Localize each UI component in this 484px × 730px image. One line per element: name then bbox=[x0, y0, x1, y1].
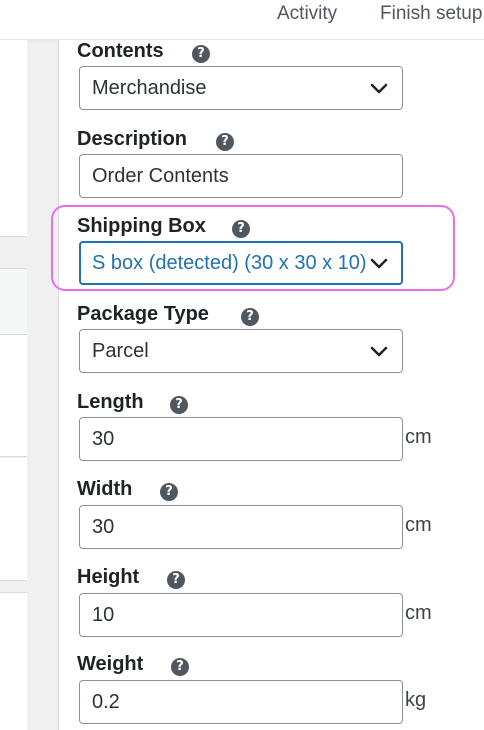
height-input-value: 10 bbox=[92, 604, 115, 626]
length-unit: cm bbox=[405, 426, 432, 448]
help-icon[interactable]: ? bbox=[241, 308, 259, 326]
package-type-select-value: Parcel bbox=[92, 340, 149, 362]
activity-link[interactable]: Activity bbox=[277, 3, 337, 25]
package-type-select[interactable]: Parcel bbox=[79, 329, 403, 373]
contents-select-value: Merchandise bbox=[92, 77, 207, 99]
left-panel-section bbox=[0, 268, 27, 334]
height-label: Height bbox=[77, 566, 140, 588]
weight-label: Weight bbox=[77, 653, 144, 675]
help-icon[interactable]: ? bbox=[192, 45, 210, 63]
width-label: Width bbox=[77, 478, 133, 500]
left-panel-section bbox=[0, 592, 27, 730]
height-unit: cm bbox=[405, 602, 432, 624]
width-unit: cm bbox=[405, 514, 432, 536]
help-icon[interactable]: ? bbox=[216, 133, 234, 151]
left-panel-section bbox=[0, 458, 27, 581]
weight-unit: kg bbox=[405, 689, 427, 711]
weight-input-value: 0.2 bbox=[92, 691, 120, 713]
chevron-down-icon bbox=[370, 83, 388, 94]
length-label: Length bbox=[77, 391, 144, 413]
width-input-value: 30 bbox=[92, 516, 115, 538]
top-bar: Activity Finish setup bbox=[0, 0, 484, 40]
description-input-value: Order Contents bbox=[92, 165, 229, 187]
description-input[interactable]: Order Contents bbox=[79, 154, 403, 198]
left-panel-section bbox=[0, 334, 27, 457]
weight-input[interactable]: 0.2 bbox=[79, 680, 403, 724]
finish-setup-link[interactable]: Finish setup bbox=[380, 3, 482, 25]
help-icon[interactable]: ? bbox=[160, 483, 178, 501]
help-icon[interactable]: ? bbox=[171, 658, 189, 676]
contents-select[interactable]: Merchandise bbox=[79, 66, 403, 110]
highlight-outline bbox=[51, 205, 455, 291]
height-input[interactable]: 10 bbox=[79, 593, 403, 637]
length-input[interactable]: 30 bbox=[79, 417, 403, 461]
description-label: Description bbox=[77, 128, 188, 150]
width-input[interactable]: 30 bbox=[79, 505, 403, 549]
package-type-label: Package Type bbox=[77, 303, 209, 325]
chevron-down-icon bbox=[370, 346, 388, 357]
help-icon[interactable]: ? bbox=[167, 571, 185, 589]
contents-label: Contents bbox=[77, 40, 164, 62]
left-panel-section bbox=[0, 40, 27, 237]
length-input-value: 30 bbox=[92, 428, 115, 450]
help-icon[interactable]: ? bbox=[170, 396, 188, 414]
